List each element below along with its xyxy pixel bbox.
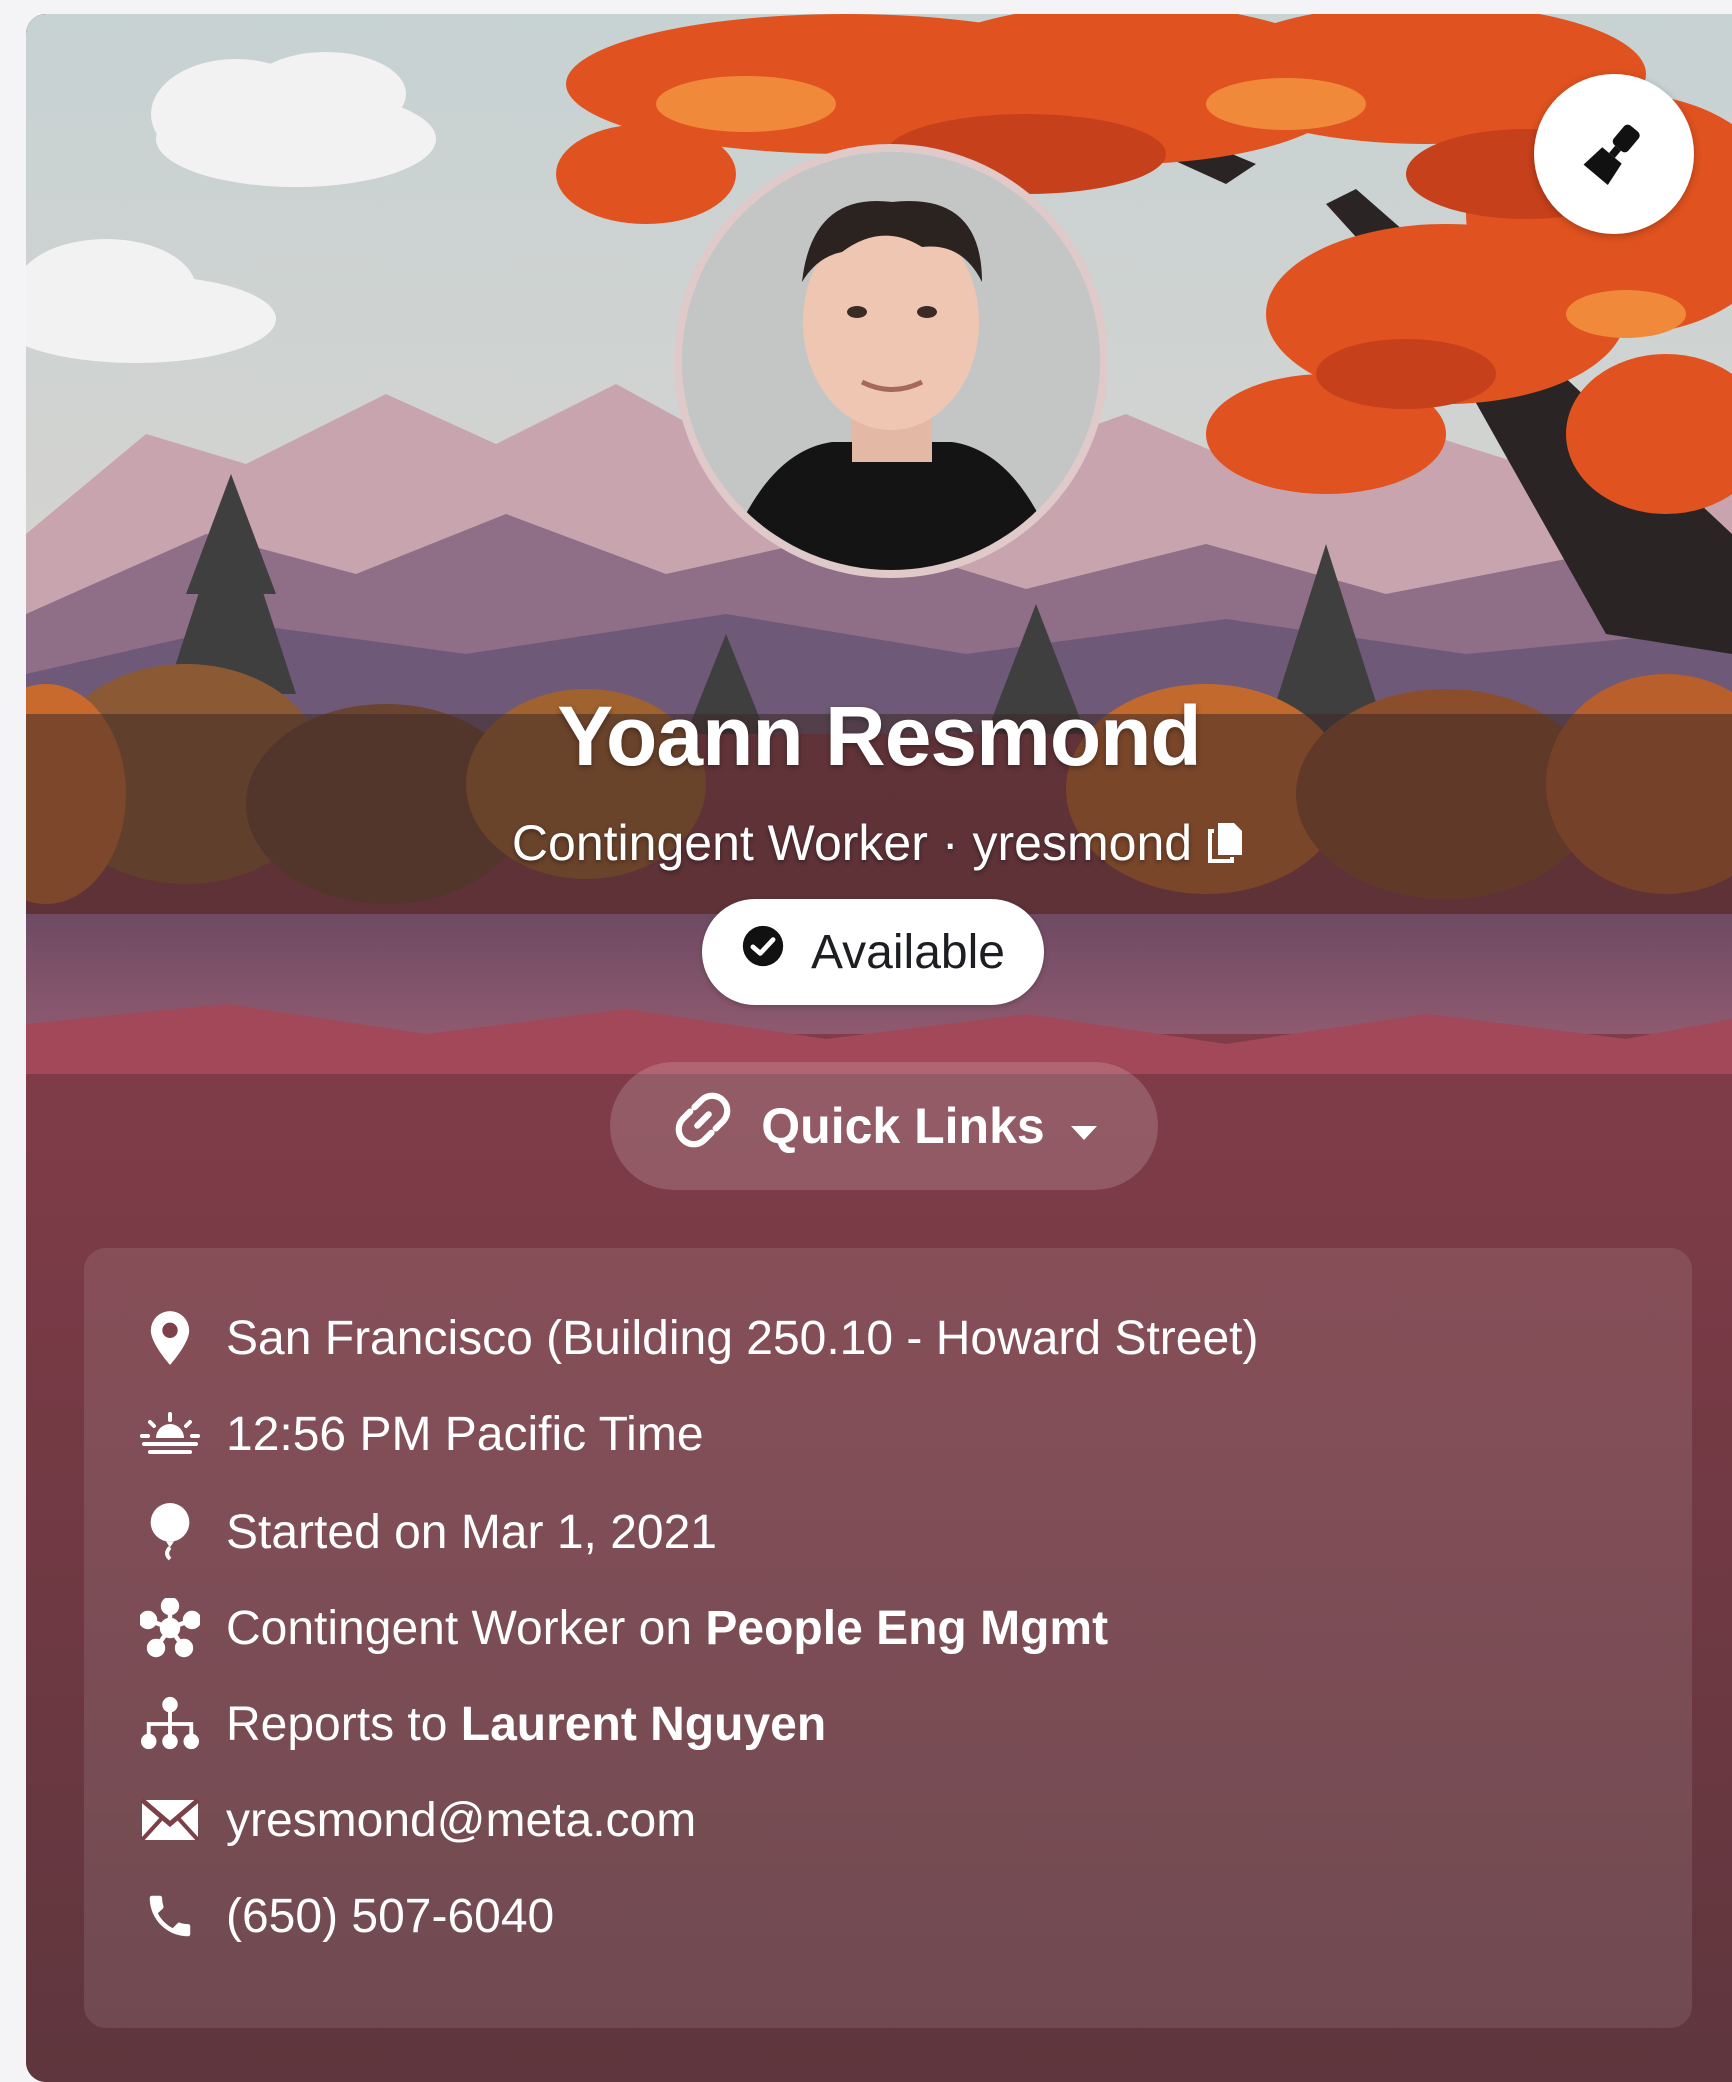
detail-location: San Francisco (Building 250.10 - Howard …: [138, 1298, 1259, 1378]
start-date-text: Started on Mar 1, 2021: [226, 1505, 717, 1559]
balloon-icon: [138, 1500, 202, 1564]
detail-email: yresmond@meta.com: [138, 1780, 696, 1860]
customize-cover-button[interactable]: [1534, 74, 1694, 234]
copy-icon[interactable]: [1206, 821, 1246, 865]
avatar: [674, 144, 1108, 578]
quick-links-dropdown[interactable]: Quick Links: [610, 1062, 1158, 1190]
profile-subtitle: Contingent Worker · yresmond: [26, 814, 1732, 872]
profile-details: San Francisco (Building 250.10 - Howard …: [84, 1248, 1692, 2028]
avatar-photo: [682, 152, 1100, 570]
profile-username: yresmond: [972, 815, 1193, 871]
team-network-icon: [138, 1596, 202, 1660]
location-text: San Francisco (Building 250.10 - Howard …: [226, 1311, 1259, 1365]
envelope-icon: [138, 1788, 202, 1852]
link-icon: [669, 1086, 737, 1166]
quick-links-label: Quick Links: [761, 1098, 1045, 1154]
sunrise-icon: [138, 1402, 202, 1466]
status-badge[interactable]: Available: [702, 899, 1044, 1005]
org-chart-icon: [138, 1692, 202, 1756]
detail-start-date: Started on Mar 1, 2021: [138, 1492, 717, 1572]
detail-team: Contingent Worker on People Eng Mgmt: [138, 1588, 1108, 1668]
profile-card: Yoann Resmond Contingent Worker · yresmo…: [26, 14, 1732, 2082]
team-link[interactable]: People Eng Mgmt: [705, 1601, 1108, 1656]
detail-phone: (650) 507-6040: [138, 1876, 554, 1956]
manager-link[interactable]: Laurent Nguyen: [461, 1697, 826, 1752]
paint-brush-icon: [1576, 115, 1652, 194]
detail-local-time: 12:56 PM Pacific Time: [138, 1394, 704, 1474]
status-label: Available: [811, 925, 1005, 979]
phone-icon: [138, 1884, 202, 1948]
profile-role: Contingent Worker: [511, 815, 928, 871]
phone-link[interactable]: (650) 507-6040: [226, 1889, 554, 1944]
subtitle-separator: ·: [941, 815, 959, 871]
caret-down-icon: [1069, 1097, 1099, 1155]
detail-manager: Reports to Laurent Nguyen: [138, 1684, 826, 1764]
team-prefix: Contingent Worker on: [226, 1601, 693, 1655]
check-circle-icon: [741, 924, 785, 980]
local-time-text: 12:56 PM Pacific Time: [226, 1407, 704, 1461]
email-link[interactable]: yresmond@meta.com: [226, 1793, 696, 1848]
profile-name: Yoann Resmond: [557, 689, 1202, 783]
location-pin-icon: [138, 1306, 202, 1370]
reports-prefix: Reports to: [226, 1697, 448, 1751]
